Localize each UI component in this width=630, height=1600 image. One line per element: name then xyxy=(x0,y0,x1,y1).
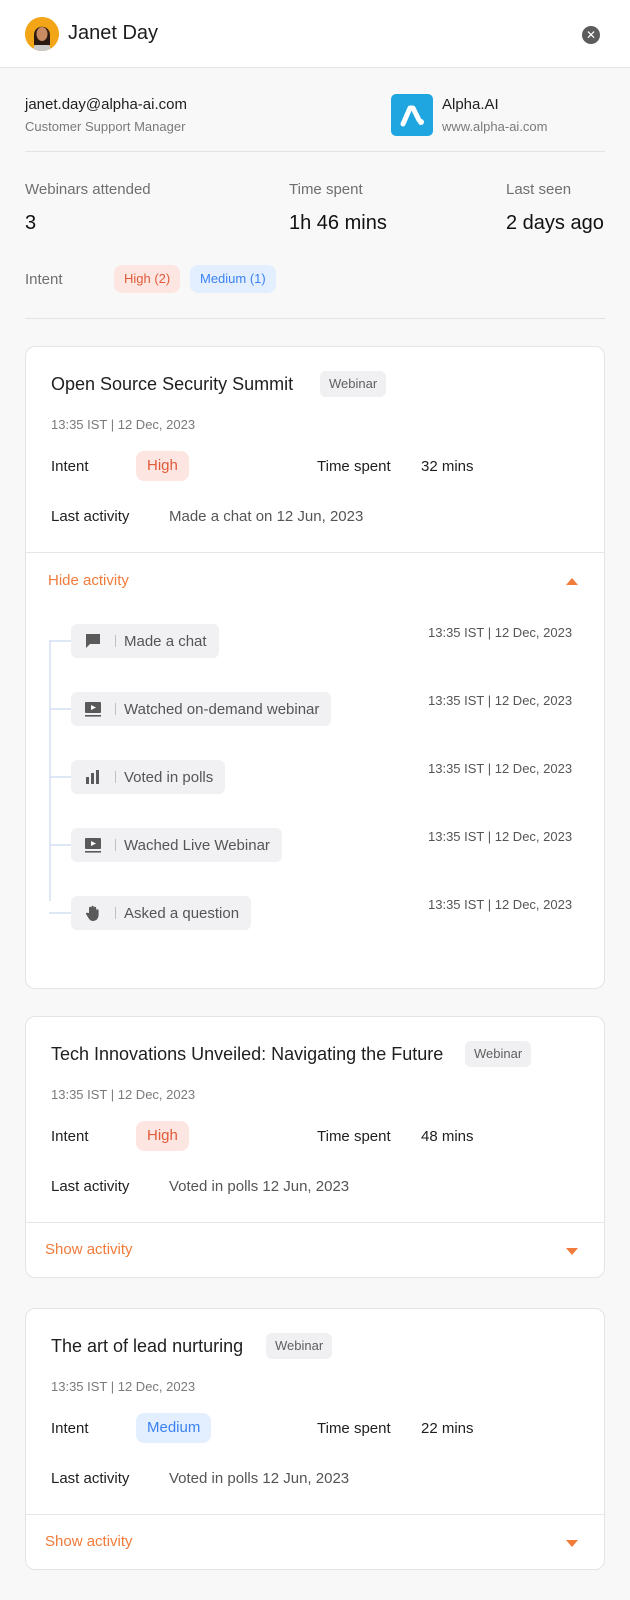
last-activity-value: Made a chat on 12 Jun, 2023 xyxy=(169,508,364,525)
webinar-time: 13:35 IST | 12 Dec, 2023 xyxy=(51,1379,196,1394)
profile-header: Janet Day ✕ xyxy=(0,0,630,68)
activity-label: Watched on-demand webinar xyxy=(124,700,320,718)
activity-item: Made a chat xyxy=(71,624,219,658)
activity-item: Voted in polls xyxy=(71,760,226,794)
separator xyxy=(115,635,116,647)
card-divider xyxy=(26,1514,604,1515)
stat-webinars-value: 3 xyxy=(25,212,37,234)
show-activity-button[interactable]: Show activity xyxy=(45,1533,133,1550)
intent-medium-badge: Medium (1) xyxy=(190,265,276,293)
timeline-connector xyxy=(49,708,71,710)
company-logo xyxy=(391,94,433,136)
time-spent-label: Time spent xyxy=(317,458,391,475)
divider xyxy=(25,318,605,319)
chevron-up-icon[interactable] xyxy=(566,578,578,585)
chevron-down-icon[interactable] xyxy=(566,1248,578,1255)
webinar-type-tag: Webinar xyxy=(465,1041,532,1067)
stat-last-seen-label: Last seen xyxy=(506,181,572,198)
timeline-line xyxy=(49,641,51,901)
video-play-icon xyxy=(83,699,103,719)
separator xyxy=(115,771,116,783)
activity-label: Wached Live Webinar xyxy=(124,836,270,854)
hide-activity-button[interactable]: Hide activity xyxy=(48,572,129,589)
bar-chart-icon xyxy=(83,767,103,787)
webinar-card: The art of lead nurturing Webinar 13:35 … xyxy=(25,1308,605,1570)
activity-timeline: Made a chat 13:35 IST | 12 Dec, 2023 Wat… xyxy=(26,617,604,937)
time-spent-label: Time spent xyxy=(317,1128,391,1145)
profile-panel: janet.day@alpha-ai.com Customer Support … xyxy=(0,69,630,1600)
separator xyxy=(115,839,116,851)
webinar-type-tag: Webinar xyxy=(266,1333,333,1359)
activity-time: 13:35 IST | 12 Dec, 2023 xyxy=(428,693,573,708)
webinar-time: 13:35 IST | 12 Dec, 2023 xyxy=(51,1087,196,1102)
webinar-type-tag: Webinar xyxy=(320,371,387,397)
stat-last-seen-value: 2 days ago xyxy=(506,212,604,234)
timeline-connector xyxy=(49,844,71,846)
activity-label: Made a chat xyxy=(124,632,207,650)
timeline-connector xyxy=(49,640,71,642)
activity-label: Voted in polls xyxy=(124,768,214,786)
stat-webinars-label: Webinars attended xyxy=(25,181,151,198)
raised-hand-icon xyxy=(83,903,103,923)
activity-item: Watched on-demand webinar xyxy=(71,692,332,726)
separator xyxy=(115,703,116,715)
activity-label: Asked a question xyxy=(124,904,240,922)
intent-badge: High xyxy=(136,451,189,481)
intent-label: Intent xyxy=(51,1128,89,1145)
webinar-title: Tech Innovations Unveiled: Navigating th… xyxy=(51,1044,444,1064)
show-activity-button[interactable]: Show activity xyxy=(45,1241,133,1258)
last-activity-label: Last activity xyxy=(51,1470,130,1487)
video-play-icon xyxy=(83,835,103,855)
card-divider xyxy=(26,1222,604,1223)
company-name: Alpha.AI xyxy=(442,96,499,113)
intent-label: Intent xyxy=(51,1420,89,1437)
webinar-card: Open Source Security Summit Webinar 13:3… xyxy=(25,346,605,989)
divider xyxy=(25,151,605,152)
timeline-connector xyxy=(49,912,71,914)
intent-summary-label: Intent xyxy=(25,271,63,288)
webinar-title: The art of lead nurturing xyxy=(51,1336,244,1356)
activity-time: 13:35 IST | 12 Dec, 2023 xyxy=(428,897,573,912)
last-activity-value: Voted in polls 12 Jun, 2023 xyxy=(169,1178,350,1195)
stat-time-label: Time spent xyxy=(289,181,363,198)
intent-badge: High xyxy=(136,1121,189,1151)
contact-role: Customer Support Manager xyxy=(25,119,186,134)
activity-item: Wached Live Webinar xyxy=(71,828,282,862)
last-activity-value: Voted in polls 12 Jun, 2023 xyxy=(169,1470,350,1487)
stat-time-value: 1h 46 mins xyxy=(289,212,387,234)
time-spent-value: 48 mins xyxy=(421,1128,474,1145)
last-activity-label: Last activity xyxy=(51,508,130,525)
activity-time: 13:35 IST | 12 Dec, 2023 xyxy=(428,625,573,640)
separator xyxy=(115,907,116,919)
timeline-connector xyxy=(49,776,71,778)
avatar xyxy=(25,17,59,51)
webinar-time: 13:35 IST | 12 Dec, 2023 xyxy=(51,417,196,432)
intent-badge: Medium xyxy=(136,1413,212,1443)
close-icon: ✕ xyxy=(585,28,597,42)
chat-icon xyxy=(83,631,103,651)
card-divider xyxy=(26,552,604,553)
intent-label: Intent xyxy=(51,458,89,475)
company-url[interactable]: www.alpha-ai.com xyxy=(442,119,548,134)
chevron-down-icon[interactable] xyxy=(566,1540,578,1547)
close-button[interactable]: ✕ xyxy=(582,26,600,44)
webinar-title: Open Source Security Summit xyxy=(51,374,294,394)
last-activity-label: Last activity xyxy=(51,1178,130,1195)
webinar-card: Tech Innovations Unveiled: Navigating th… xyxy=(25,1016,605,1278)
activity-time: 13:35 IST | 12 Dec, 2023 xyxy=(428,761,573,776)
time-spent-value: 32 mins xyxy=(421,458,474,475)
activity-item: Asked a question xyxy=(71,896,252,930)
intent-high-badge: High (2) xyxy=(114,265,181,293)
contact-email[interactable]: janet.day@alpha-ai.com xyxy=(25,96,187,113)
activity-time: 13:35 IST | 12 Dec, 2023 xyxy=(428,829,573,844)
time-spent-label: Time spent xyxy=(317,1420,391,1437)
profile-name: Janet Day xyxy=(68,22,159,44)
time-spent-value: 22 mins xyxy=(421,1420,474,1437)
